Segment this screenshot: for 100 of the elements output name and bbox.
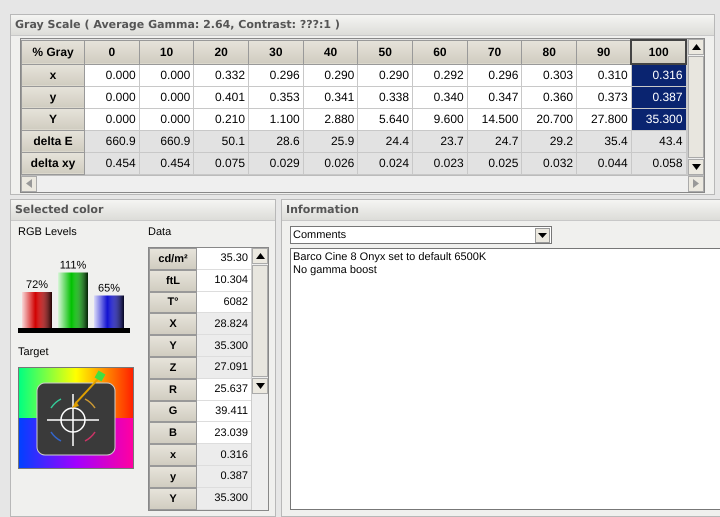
table-cell: 0.387 [197, 466, 251, 488]
table-cell[interactable]: 0.454 [139, 152, 194, 174]
table-cell[interactable]: 0.332 [194, 64, 249, 86]
column-header[interactable]: 30 [248, 40, 304, 64]
table-cell[interactable]: 0.353 [248, 86, 304, 108]
table-cell[interactable]: 0.000 [139, 108, 194, 130]
comments-text-area[interactable]: Barco Cine 8 Onyx set to default 6500K No gamma boost [290, 248, 720, 510]
table-cell[interactable]: 43.4 [631, 130, 686, 152]
table-cell[interactable]: 0.360 [522, 86, 577, 108]
table-cell[interactable]: 14.500 [467, 108, 522, 130]
table-cell[interactable]: 0.387 [631, 86, 686, 108]
comments-dropdown[interactable]: Comments [290, 226, 552, 244]
table-cell: 25.637 [197, 378, 251, 401]
row-header: y [149, 466, 197, 488]
column-header[interactable]: 20 [194, 40, 249, 64]
table-cell[interactable]: 0.338 [358, 86, 413, 108]
table-cell[interactable]: 35.300 [631, 108, 686, 130]
table-cell[interactable]: 23.7 [412, 130, 468, 152]
column-header[interactable]: 70 [467, 40, 522, 64]
table-cell[interactable]: 20.700 [522, 108, 577, 130]
table-cell[interactable]: 0.058 [631, 152, 686, 174]
corner-header: % Gray [22, 40, 84, 64]
table-cell[interactable]: 35.4 [576, 130, 632, 152]
table-cell: 23.039 [197, 422, 251, 444]
table-cell[interactable]: 0.347 [467, 86, 522, 108]
table-cell[interactable]: 2.880 [303, 108, 358, 130]
table-cell[interactable]: 660.9 [139, 130, 194, 152]
table-cell[interactable]: 0.303 [522, 64, 577, 86]
scroll-down-icon[interactable] [688, 158, 704, 174]
table-cell[interactable]: 0.290 [303, 64, 358, 86]
table-cell[interactable]: 0.029 [248, 152, 304, 174]
table-cell[interactable]: 0.000 [139, 86, 194, 108]
table-cell[interactable]: 0.316 [631, 64, 686, 86]
column-header[interactable]: 60 [412, 40, 468, 64]
table-cell[interactable]: 0.023 [412, 152, 468, 174]
table-cell[interactable]: 9.600 [412, 108, 468, 130]
table-cell: 6082 [197, 292, 251, 314]
vertical-scrollbar[interactable] [251, 248, 268, 510]
column-header[interactable]: 40 [303, 40, 358, 64]
table-cell[interactable]: 0.000 [139, 64, 194, 86]
row-header: x [149, 444, 197, 466]
table-cell[interactable]: 1.100 [248, 108, 304, 130]
row-header: x [22, 64, 84, 86]
row-header: delta E [22, 130, 84, 152]
table-cell[interactable]: 0.401 [194, 86, 249, 108]
table-cell[interactable]: 0.296 [467, 64, 522, 86]
scroll-up-icon[interactable] [252, 248, 268, 264]
table-cell[interactable]: 0.454 [84, 152, 140, 174]
level-reading: 111% [60, 260, 86, 272]
table-cell[interactable]: 27.800 [576, 108, 632, 130]
row-header: cd/m² [149, 248, 197, 270]
table-cell[interactable]: 0.000 [84, 64, 140, 86]
panel-title: Gray Scale ( Average Gamma: 2.64, Contrast: ???:1 ) [11, 15, 714, 36]
table-cell: 28.824 [197, 313, 251, 336]
column-header[interactable]: 50 [358, 40, 413, 64]
table-cell[interactable]: 0.000 [84, 86, 140, 108]
rgb-levels-label: RGB Levels [18, 225, 78, 240]
comment-line: No gamma boost [293, 264, 378, 277]
table-cell[interactable]: 0.044 [576, 152, 632, 174]
table-cell[interactable]: 25.9 [303, 130, 358, 152]
panel-title: Selected color [11, 200, 275, 221]
table-cell[interactable]: 0.310 [576, 64, 632, 86]
row-header: Y [149, 335, 197, 357]
table-cell[interactable]: 24.4 [358, 130, 413, 152]
column-header[interactable]: 90 [576, 40, 632, 64]
table-cell: 35.30 [197, 248, 251, 270]
row-header: B [149, 422, 197, 444]
row-header: G [149, 400, 197, 422]
level-reading: 72% [26, 279, 48, 291]
column-header[interactable]: 80 [522, 40, 577, 64]
column-header[interactable]: 100 [631, 40, 686, 64]
table-cell[interactable]: 0.075 [194, 152, 249, 174]
scroll-up-icon[interactable] [688, 39, 704, 55]
table-cell[interactable]: 0.296 [248, 64, 304, 86]
table-cell[interactable]: 5.640 [358, 108, 413, 130]
table-cell[interactable]: 29.2 [522, 130, 577, 152]
table-cell[interactable]: 28.6 [248, 130, 304, 152]
table-cell[interactable]: 0.032 [522, 152, 577, 174]
table-cell[interactable]: 0.373 [576, 86, 632, 108]
table-cell[interactable]: 0.340 [412, 86, 468, 108]
row-header: T° [149, 292, 197, 314]
table-cell[interactable]: 0.024 [358, 152, 413, 174]
table-cell[interactable]: 0.292 [412, 64, 468, 86]
table-cell[interactable]: 0.290 [358, 64, 413, 86]
column-header[interactable]: 10 [139, 40, 194, 64]
vertical-scrollbar[interactable] [687, 39, 704, 174]
scroll-down-icon[interactable] [252, 378, 268, 394]
data-label: Data [148, 225, 172, 240]
column-header[interactable]: 0 [84, 40, 140, 64]
table-cell[interactable]: 24.7 [467, 130, 522, 152]
table-cell[interactable]: 660.9 [84, 130, 140, 152]
table-cell[interactable]: 0.000 [84, 108, 140, 130]
table-cell[interactable]: 50.1 [194, 130, 249, 152]
table-cell[interactable]: 0.025 [467, 152, 522, 174]
panel-title: Information [282, 200, 720, 221]
table-cell[interactable]: 0.026 [303, 152, 358, 174]
comment-line: Barco Cine 8 Onyx set to default 6500K [293, 251, 488, 264]
table-cell[interactable]: 0.210 [194, 108, 249, 130]
row-header: Y [149, 488, 197, 510]
table-cell[interactable]: 0.341 [303, 86, 358, 108]
